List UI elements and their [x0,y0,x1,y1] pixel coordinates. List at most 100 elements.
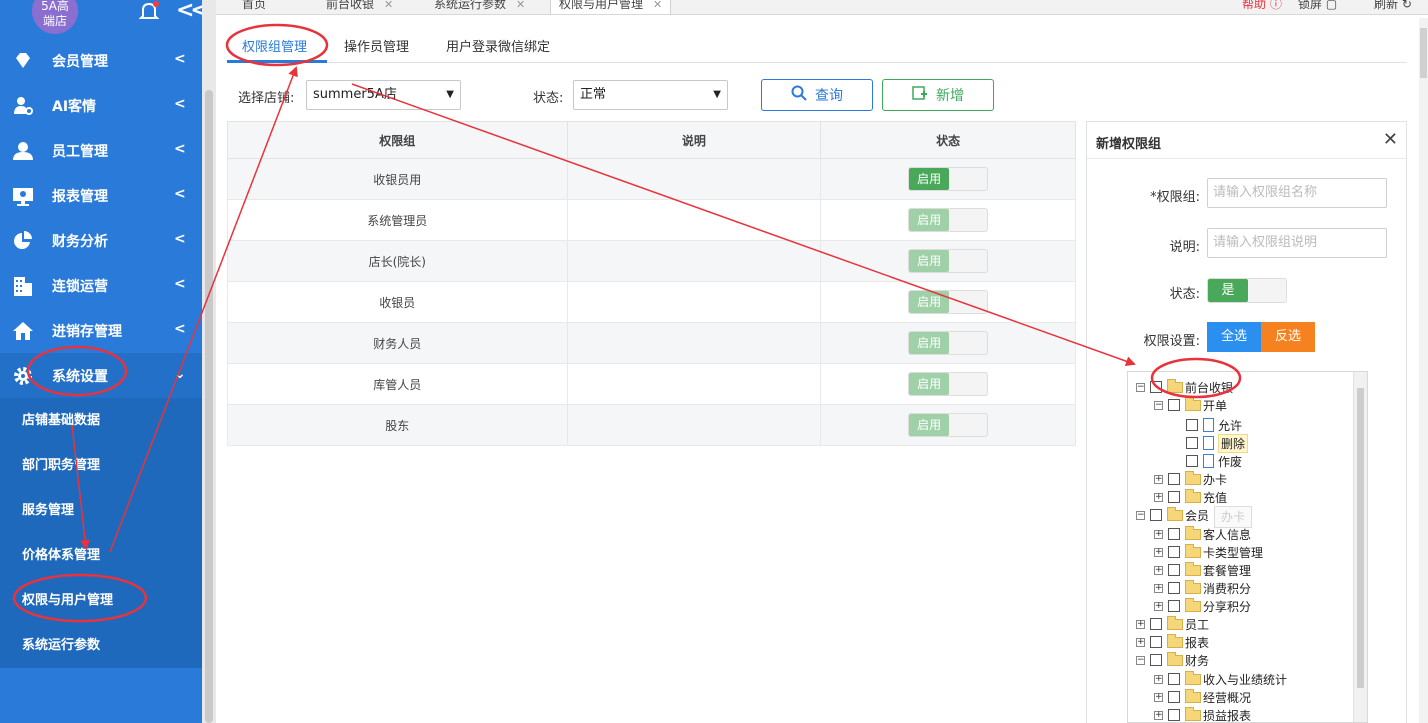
collapse-icon[interactable]: − [1136,510,1145,520]
expand-icon[interactable]: + [1136,637,1145,647]
close-icon[interactable]: ✕ [653,0,662,11]
tree-node[interactable]: + 经营概况 [1154,688,1251,706]
tree-checkbox[interactable] [1168,491,1180,503]
sidebar-item-settings[interactable]: 系统设置 ⌄ [0,353,202,398]
bell-icon[interactable] [138,0,160,22]
tree-node[interactable]: 删除 [1172,433,1249,453]
sidebar-scrollbar[interactable] [202,0,216,723]
tree-checkbox[interactable] [1150,654,1162,666]
collapse-icon[interactable]: − [1136,655,1145,665]
tree-checkbox[interactable] [1168,600,1180,612]
expand-icon[interactable]: + [1154,710,1163,720]
table-row[interactable]: 财务人员 启用 [227,322,1076,364]
table-row[interactable]: 收银员 启用 [227,281,1076,323]
panel-status-toggle[interactable]: 是 [1207,278,1287,303]
tab-system-params[interactable]: 系统运行参数 ✕ [434,0,525,14]
sidebar-item-member[interactable]: 会员管理 < [0,38,202,83]
refresh-link[interactable]: 刷新 ↻ [1374,0,1412,12]
tree-checkbox[interactable] [1168,582,1180,594]
status-select[interactable]: 正常 ▼ [573,80,728,110]
expand-icon[interactable]: + [1154,674,1163,684]
tab-operator[interactable]: 操作员管理 [344,36,409,55]
tree-checkbox[interactable] [1150,636,1162,648]
query-button[interactable]: 查询 [761,79,873,111]
close-icon[interactable]: ✕ [516,0,525,11]
group-desc-input[interactable]: 请输入权限组说明 [1207,228,1387,258]
submenu-permission-user[interactable]: 权限与用户管理 [0,578,202,623]
help-link[interactable]: 帮助 ⓘ [1242,0,1282,12]
submenu-store-data[interactable]: 店铺基础数据 [0,398,202,443]
tree-node[interactable]: − 开单 [1154,396,1227,414]
tree-checkbox[interactable] [1168,473,1180,485]
expand-icon[interactable]: + [1154,601,1163,611]
tree-node[interactable]: + 充值 [1154,488,1227,506]
tab-permission-group[interactable]: 权限组管理 [242,36,307,55]
expand-icon[interactable]: + [1154,529,1163,539]
tree-node[interactable]: + 消费积分 [1154,579,1251,597]
tree-node[interactable]: 允许 [1172,416,1242,434]
add-button[interactable]: 新增 [882,79,994,111]
tree-checkbox[interactable] [1168,528,1180,540]
tab-permission-user[interactable]: 权限与用户管理 ✕ [550,0,672,14]
tree-node[interactable]: + 收入与业绩统计 [1154,670,1287,688]
status-toggle[interactable]: 启用 [908,290,989,314]
expand-icon[interactable]: + [1154,474,1163,484]
select-all-button[interactable]: 全选 [1207,322,1261,352]
tree-checkbox[interactable] [1150,509,1162,521]
status-toggle[interactable]: 启用 [908,331,989,355]
sidebar-item-reports[interactable]: 报表管理 < [0,173,202,218]
tree-checkbox[interactable] [1168,691,1180,703]
expand-icon[interactable]: + [1154,492,1163,502]
status-toggle[interactable]: 启用 [908,413,989,437]
close-icon[interactable]: ✕ [384,0,393,11]
group-name-input[interactable]: 请输入权限组名称 [1207,178,1387,208]
tree-node[interactable]: 作废 [1172,452,1242,470]
status-toggle[interactable]: 启用 [908,372,989,396]
tab-wechat-binding[interactable]: 用户登录微信绑定 [446,36,550,55]
tree-checkbox[interactable] [1168,546,1180,558]
tree-node[interactable]: + 报表 [1136,633,1209,651]
tree-node[interactable]: − 财务 [1136,651,1209,669]
sidebar-item-inventory[interactable]: 进销存管理 < [0,308,202,353]
tree-checkbox[interactable] [1150,381,1162,393]
expand-icon[interactable]: + [1154,583,1163,593]
tree-node[interactable]: + 办卡 [1154,470,1227,488]
sidebar-item-chain[interactable]: 连锁运营 < [0,263,202,308]
tree-node[interactable]: + 员工 [1136,615,1209,633]
lock-screen-link[interactable]: 锁屏 ▢ [1298,0,1337,12]
tree-checkbox[interactable] [1168,709,1180,721]
tree-node[interactable]: + 损益报表 [1154,706,1251,722]
tree-checkbox[interactable] [1150,618,1162,630]
tree-checkbox[interactable] [1186,419,1198,431]
tree-scrollbar[interactable] [1353,372,1367,722]
expand-icon[interactable]: + [1154,565,1163,575]
status-toggle[interactable]: 启用 [908,167,989,191]
submenu-system-params[interactable]: 系统运行参数 [0,623,202,668]
tab-home[interactable]: 首页 [242,0,266,14]
tree-checkbox[interactable] [1168,673,1180,685]
table-row[interactable]: 库管人员 启用 [227,363,1076,405]
tree-node[interactable]: − 会员 [1136,506,1209,524]
expand-icon[interactable]: + [1154,692,1163,702]
tree-node[interactable]: − 前台收银 [1136,378,1233,396]
submenu-department[interactable]: 部门职务管理 [0,443,202,488]
invert-selection-button[interactable]: 反选 [1261,322,1315,352]
tree-checkbox[interactable] [1168,399,1180,411]
tree-checkbox[interactable] [1186,455,1198,467]
table-row[interactable]: 店长(院长) 启用 [227,240,1076,282]
collapse-sidebar-icon[interactable]: << [176,0,209,23]
expand-icon[interactable]: + [1154,547,1163,557]
sidebar-item-ai[interactable]: AI客情 < [0,83,202,128]
tree-checkbox[interactable] [1168,564,1180,576]
submenu-service[interactable]: 服务管理 [0,488,202,533]
sidebar-item-staff[interactable]: 员工管理 < [0,128,202,173]
tree-node[interactable]: + 卡类型管理 [1154,543,1263,561]
close-icon[interactable]: ✕ [1383,129,1398,150]
table-row[interactable]: 股东 启用 [227,404,1076,446]
status-toggle[interactable]: 启用 [908,208,989,232]
tab-cashier[interactable]: 前台收银 ✕ [326,0,393,14]
tree-node[interactable]: + 分享积分 [1154,597,1251,615]
sidebar-item-finance[interactable]: 财务分析 < [0,218,202,263]
store-select[interactable]: summer5A店 ▼ [306,80,461,110]
page-scrollbar[interactable] [1419,18,1428,723]
